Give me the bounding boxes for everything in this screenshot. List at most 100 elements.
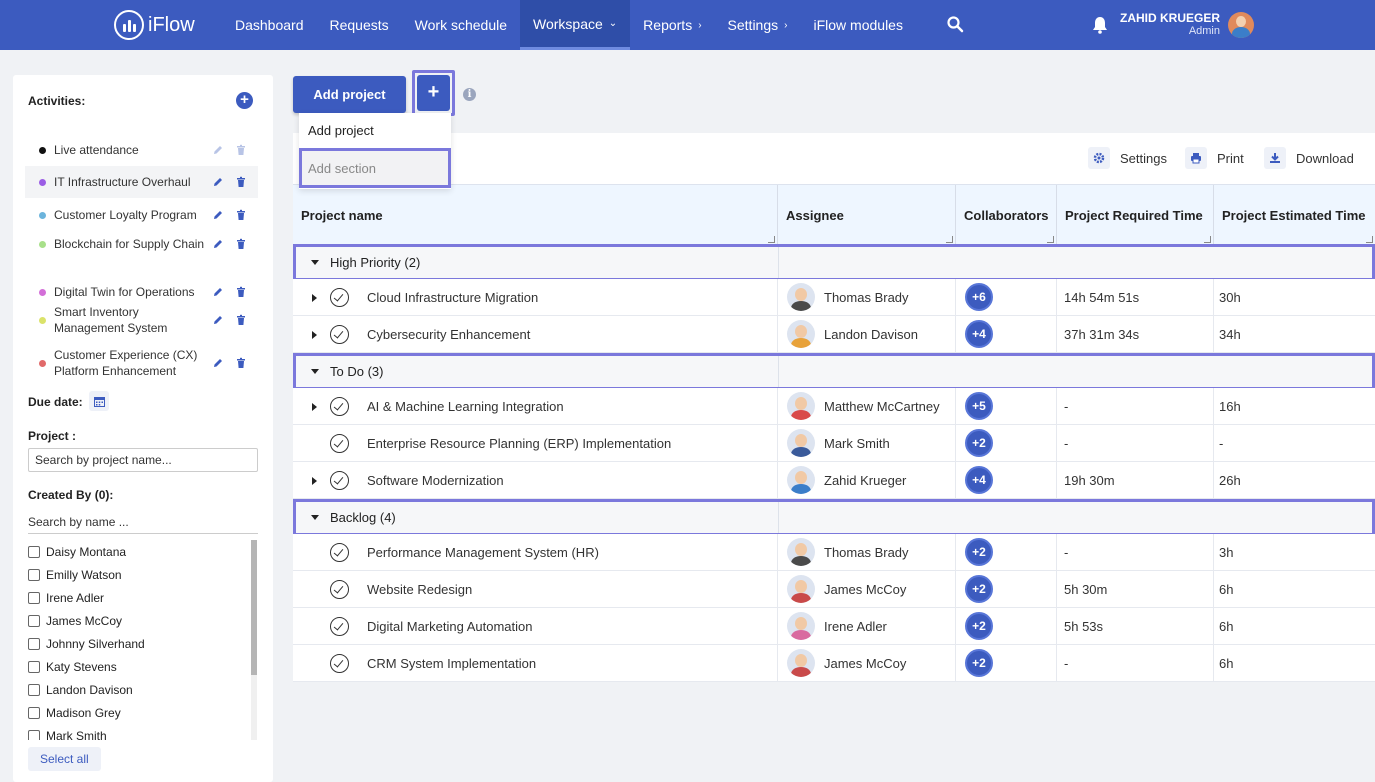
person-checkbox-item[interactable]: Irene Adler xyxy=(28,586,260,609)
table-row[interactable]: Cloud Infrastructure Migration Thomas Bra… xyxy=(293,279,1375,316)
checkbox[interactable] xyxy=(28,706,40,719)
section-header[interactable]: High Priority (2) xyxy=(293,244,1375,281)
checkbox[interactable] xyxy=(28,568,40,581)
project-name[interactable]: Cloud Infrastructure Migration xyxy=(367,279,538,315)
complete-check-icon[interactable] xyxy=(330,580,349,599)
person-checkbox-item[interactable]: Daisy Montana xyxy=(28,540,260,563)
table-row[interactable]: Performance Management System (HR) Thomas… xyxy=(293,534,1375,571)
project-name[interactable]: Website Redesign xyxy=(367,571,472,607)
pencil-icon[interactable] xyxy=(212,238,224,250)
dropdown-add-project[interactable]: Add project xyxy=(308,123,374,138)
nav-item-reports[interactable]: Reports › xyxy=(630,0,714,50)
add-menu-button[interactable]: + xyxy=(417,75,450,111)
section-header[interactable]: To Do (3) xyxy=(293,353,1375,390)
pencil-icon[interactable] xyxy=(212,357,224,369)
info-icon[interactable]: i xyxy=(463,88,476,101)
trash-icon[interactable] xyxy=(235,144,247,156)
people-list-scrollbar[interactable] xyxy=(251,540,257,740)
caret-down-icon[interactable] xyxy=(311,515,319,520)
col-assignee[interactable]: Assignee xyxy=(778,185,956,245)
activity-item[interactable]: Customer Loyalty Program xyxy=(25,205,258,225)
complete-check-icon[interactable] xyxy=(330,543,349,562)
person-checkbox-item[interactable]: James McCoy xyxy=(28,609,260,632)
person-checkbox-item[interactable]: Katy Stevens xyxy=(28,655,260,678)
bell-icon[interactable] xyxy=(1092,16,1108,34)
col-project-name[interactable]: Project name xyxy=(293,185,778,245)
project-name[interactable]: Performance Management System (HR) xyxy=(367,534,599,570)
collaborators-badge[interactable]: +2 xyxy=(965,612,993,640)
complete-check-icon[interactable] xyxy=(330,434,349,453)
nav-item-work-schedule[interactable]: Work schedule xyxy=(402,0,520,50)
pencil-icon[interactable] xyxy=(212,144,224,156)
complete-check-icon[interactable] xyxy=(330,471,349,490)
caret-right-icon[interactable] xyxy=(312,331,317,339)
project-name[interactable]: Enterprise Resource Planning (ERP) Imple… xyxy=(367,425,671,461)
pencil-icon[interactable] xyxy=(212,176,224,188)
add-activity-button[interactable]: + xyxy=(236,92,253,109)
brand-logo[interactable]: iFlow xyxy=(114,10,195,40)
nav-item-requests[interactable]: Requests xyxy=(317,0,402,50)
nav-item-dashboard[interactable]: Dashboard xyxy=(222,0,317,50)
activity-item[interactable]: IT Infrastructure Overhaul xyxy=(25,166,258,198)
table-row[interactable]: CRM System Implementation James McCoy +2 -6… xyxy=(293,645,1375,682)
col-required-time[interactable]: Project Required Time xyxy=(1057,185,1214,245)
project-name[interactable]: Digital Marketing Automation xyxy=(367,608,532,644)
project-name[interactable]: AI & Machine Learning Integration xyxy=(367,388,564,424)
pencil-icon[interactable] xyxy=(212,209,224,221)
complete-check-icon[interactable] xyxy=(330,288,349,307)
nav-item-iflow-modules[interactable]: iFlow modules xyxy=(800,0,915,50)
collaborators-badge[interactable]: +2 xyxy=(965,649,993,677)
complete-check-icon[interactable] xyxy=(330,617,349,636)
col-collaborators[interactable]: Collaborators xyxy=(956,185,1057,245)
nav-item-settings[interactable]: Settings › xyxy=(715,0,801,50)
complete-check-icon[interactable] xyxy=(330,397,349,416)
trash-icon[interactable] xyxy=(235,357,247,369)
collaborators-badge[interactable]: +2 xyxy=(965,575,993,603)
table-row[interactable]: Digital Marketing Automation Irene Adler +… xyxy=(293,608,1375,645)
project-search-input[interactable] xyxy=(28,448,258,472)
project-name[interactable]: Software Modernization xyxy=(367,462,504,498)
created-by-search-input[interactable] xyxy=(28,510,258,534)
collaborators-badge[interactable]: +2 xyxy=(965,429,993,457)
person-checkbox-item[interactable]: Johnny Silverhand xyxy=(28,632,260,655)
trash-icon[interactable] xyxy=(235,238,247,250)
checkbox[interactable] xyxy=(28,729,40,740)
trash-icon[interactable] xyxy=(235,286,247,298)
table-row[interactable]: Enterprise Resource Planning (ERP) Imple… xyxy=(293,425,1375,462)
activity-item[interactable]: Live attendance xyxy=(25,140,258,160)
caret-right-icon[interactable] xyxy=(312,294,317,302)
search-icon[interactable] xyxy=(946,15,964,33)
checkbox[interactable] xyxy=(28,591,40,604)
user-avatar[interactable] xyxy=(1228,12,1254,38)
person-checkbox-item[interactable]: Emilly Watson xyxy=(28,563,260,586)
person-checkbox-item[interactable]: Landon Davison xyxy=(28,678,260,701)
person-checkbox-item[interactable]: Madison Grey xyxy=(28,701,260,724)
checkbox[interactable] xyxy=(28,614,40,627)
activity-item[interactable]: Smart Inventory Management System xyxy=(25,304,258,336)
person-checkbox-item[interactable]: Mark Smith xyxy=(28,724,260,740)
trash-icon[interactable] xyxy=(235,176,247,188)
project-name[interactable]: Cybersecurity Enhancement xyxy=(367,316,530,352)
print-action[interactable]: Print xyxy=(1185,146,1244,170)
table-row[interactable]: AI & Machine Learning Integration Matthew… xyxy=(293,388,1375,425)
checkbox[interactable] xyxy=(28,637,40,650)
calendar-icon[interactable] xyxy=(89,391,109,411)
collaborators-badge[interactable]: +2 xyxy=(965,538,993,566)
collaborators-badge[interactable]: +4 xyxy=(965,466,993,494)
pencil-icon[interactable] xyxy=(212,314,224,326)
col-estimated-time[interactable]: Project Estimated Time xyxy=(1214,185,1375,245)
table-row[interactable]: Software Modernization Zahid Krueger +4 19h… xyxy=(293,462,1375,499)
table-row[interactable]: Website Redesign James McCoy +2 5h 30m 6h xyxy=(293,571,1375,608)
complete-check-icon[interactable] xyxy=(330,654,349,673)
trash-icon[interactable] xyxy=(235,314,247,326)
project-name[interactable]: CRM System Implementation xyxy=(367,645,536,681)
settings-action[interactable]: Settings xyxy=(1088,146,1167,170)
user-info[interactable]: ZAHID KRUEGER Admin xyxy=(1120,11,1220,37)
trash-icon[interactable] xyxy=(235,209,247,221)
add-project-button[interactable]: Add project xyxy=(293,76,406,113)
activity-item[interactable]: Customer Experience (CX) Platform Enhanc… xyxy=(25,347,258,379)
caret-right-icon[interactable] xyxy=(312,477,317,485)
section-header[interactable]: Backlog (4) xyxy=(293,499,1375,536)
download-action[interactable]: Download xyxy=(1264,146,1354,170)
dropdown-add-section[interactable]: Add section xyxy=(299,148,451,188)
